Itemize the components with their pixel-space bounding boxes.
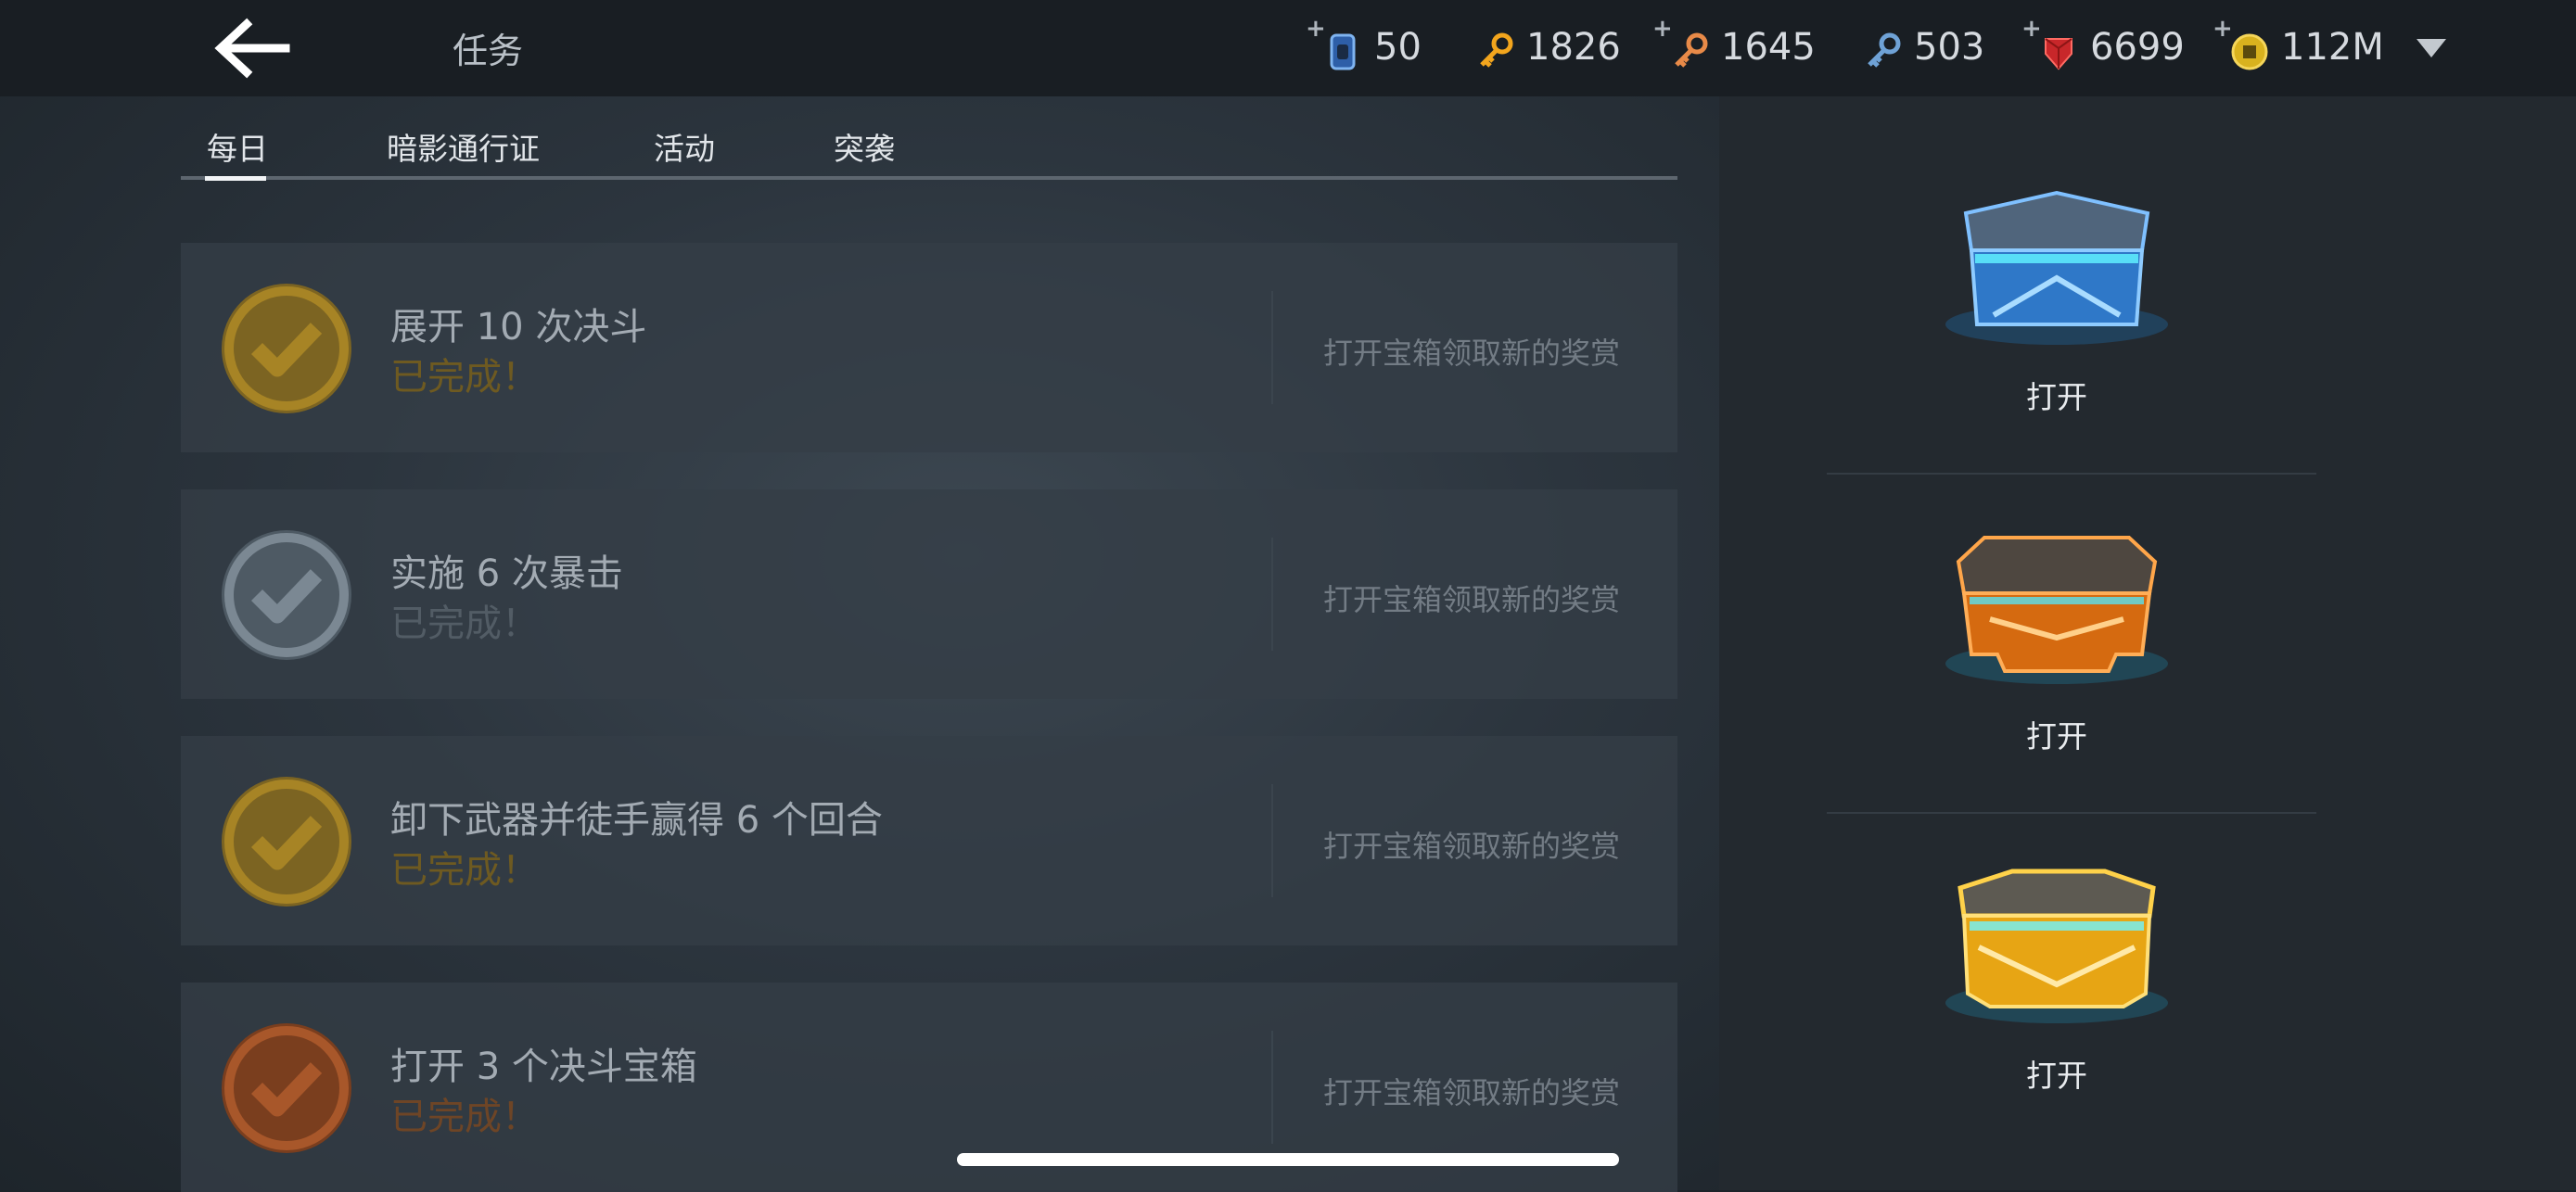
currency-value: 50 — [1374, 26, 1422, 69]
currency-value: 503 — [1914, 26, 1985, 69]
task-status: 已完成！ — [390, 602, 539, 645]
tab-divider — [181, 176, 1677, 180]
open-button[interactable]: 打开 — [1827, 1051, 2287, 1096]
task-status: 已完成！ — [390, 356, 539, 399]
chevron-down-icon[interactable] — [2415, 37, 2448, 59]
orange-chest-icon — [1945, 536, 2168, 684]
task-title: 卸下武器并徒手赢得 6 个回合 — [390, 799, 883, 842]
task-title: 展开 10 次决斗 — [390, 306, 647, 349]
task-row[interactable]: 卸下武器并徒手赢得 6 个回合 已完成！ 打开宝箱领取新的奖赏 — [181, 736, 1677, 945]
tab-raids[interactable]: 突袭 — [834, 124, 895, 169]
checkmark-icon — [222, 777, 351, 907]
arrow-left-icon — [214, 18, 290, 79]
orange-chest[interactable]: 打开 — [1827, 515, 2287, 831]
top-bar: 任务 + 50 1826 + 1645 503 + 6699 + 112M — [0, 0, 2576, 96]
divider — [1271, 538, 1273, 651]
blue-chest[interactable]: 打开 — [1827, 176, 2287, 491]
divider — [1827, 812, 2316, 814]
currency-value: 112M — [2281, 26, 2384, 69]
task-title: 实施 6 次暴击 — [390, 552, 623, 595]
gold-chest-icon — [1945, 869, 2168, 1023]
tab-active-indicator — [205, 176, 266, 181]
checkmark-icon — [222, 1023, 351, 1153]
gold-key-icon — [1480, 32, 1513, 68]
card-icon — [1330, 33, 1356, 70]
divider — [1827, 473, 2316, 475]
tab-bar: 每日 暗影通行证 活动 突袭 — [181, 124, 1677, 182]
back-button[interactable] — [206, 15, 295, 82]
blue-key-icon — [1868, 32, 1901, 68]
task-row[interactable]: 展开 10 次决斗 已完成！ 打开宝箱领取新的奖赏 — [181, 243, 1677, 452]
task-row[interactable]: 实施 6 次暴击 已完成！ 打开宝箱领取新的奖赏 — [181, 489, 1677, 699]
open-button[interactable]: 打开 — [1827, 373, 2287, 417]
tab-daily[interactable]: 每日 — [207, 124, 268, 169]
page-title: 任务 — [453, 31, 524, 71]
home-indicator[interactable] — [957, 1153, 1619, 1166]
coin-icon — [2231, 33, 2268, 70]
open-button[interactable]: 打开 — [1827, 712, 2287, 756]
checkmark-icon — [222, 530, 351, 660]
ruby-icon — [2045, 38, 2072, 70]
task-title: 打开 3 个决斗宝箱 — [390, 1046, 697, 1088]
divider — [1271, 784, 1273, 897]
task-status: 已完成！ — [390, 1096, 539, 1138]
currency-value: 1645 — [1721, 26, 1816, 69]
divider — [1271, 291, 1273, 404]
tab-shadow-pass[interactable]: 暗影通行证 — [387, 124, 540, 169]
checkmark-icon — [222, 284, 351, 413]
task-reward-text: 打开宝箱领取新的奖赏 — [1323, 1075, 1621, 1110]
task-reward-text: 打开宝箱领取新的奖赏 — [1323, 829, 1621, 864]
orange-key-icon — [1675, 32, 1708, 68]
blue-chest-icon — [1945, 190, 2168, 345]
tab-events[interactable]: 活动 — [654, 124, 715, 169]
currency-value: 6699 — [2090, 26, 2185, 69]
gold-chest[interactable]: 打开 — [1827, 855, 2287, 1170]
tasks-panel: 每日 暗影通行证 活动 突袭 展开 10 次决斗 已完成！ 打开宝箱领取新的奖赏… — [0, 96, 1719, 1192]
currency-value: 1826 — [1526, 26, 1621, 69]
divider — [1271, 1031, 1273, 1144]
task-reward-text: 打开宝箱领取新的奖赏 — [1323, 336, 1621, 371]
task-status: 已完成！ — [390, 849, 539, 892]
task-reward-text: 打开宝箱领取新的奖赏 — [1323, 582, 1621, 617]
